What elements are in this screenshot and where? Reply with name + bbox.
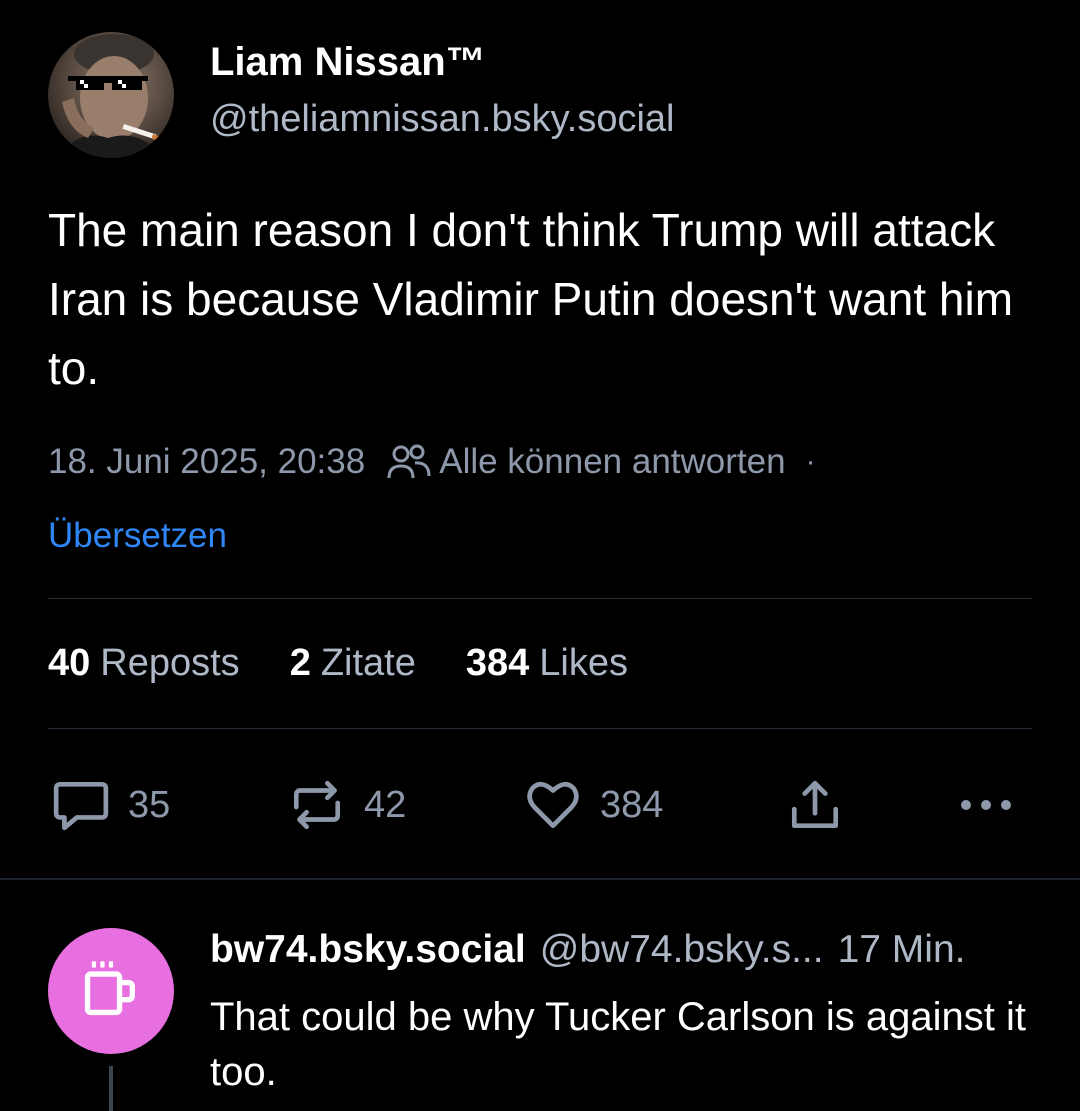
comment-icon: [52, 776, 110, 834]
likes-count: 384: [465, 642, 530, 684]
more-icon: [956, 795, 1016, 815]
like-count: 384: [600, 783, 664, 826]
translate-link[interactable]: Übersetzen: [48, 516, 227, 556]
author-display-name[interactable]: Liam Nissan™: [210, 40, 486, 85]
reposts-stat[interactable]: 40 Reposts: [48, 642, 240, 685]
main-post: Liam Nissan™ @theliamnissan.bsky.social …: [0, 0, 1080, 880]
quotes-count: 2: [289, 642, 311, 684]
post-text: The main reason I don't think Trump will…: [48, 204, 1014, 394]
like-button[interactable]: 384: [524, 770, 663, 840]
divider-top: [48, 598, 1032, 599]
reply-button[interactable]: 35: [52, 770, 170, 840]
reposts-count: 40: [48, 642, 91, 684]
quotes-stat[interactable]: 2 Zitate: [290, 642, 416, 685]
post-actions: 35 42 384: [48, 770, 1032, 840]
author-avatar[interactable]: [48, 32, 174, 158]
repost-button[interactable]: 42: [288, 770, 406, 840]
thread-line: [109, 1066, 113, 1111]
reply-header: bw74.bsky.social @bw74.bsky.s... 17 Min.: [210, 928, 1040, 972]
divider-bottom: [48, 728, 1032, 729]
likes-label: Likes: [539, 642, 628, 684]
likes-stat[interactable]: 384 Likes: [466, 642, 628, 685]
section-border: [0, 878, 1080, 880]
people-icon: [387, 442, 431, 482]
more-button[interactable]: [956, 770, 1016, 840]
coffee-cup-icon: [79, 957, 143, 1026]
post-timestamp: 18. Juni 2025, 20:38: [48, 442, 366, 481]
repost-icon: [288, 776, 346, 834]
reply-author-handle[interactable]: @bw74.bsky.s...: [540, 928, 824, 972]
meta-separator: ·: [805, 445, 816, 478]
post-stats: 40 Reposts 2 Zitate 384 Likes: [48, 642, 678, 685]
post-meta: 18. Juni 2025, 20:38 Alle können antwort…: [48, 440, 816, 484]
reposts-label: Reposts: [100, 642, 240, 684]
profile-photo: [58, 34, 164, 158]
heart-icon: [524, 776, 582, 834]
reply-timestamp: 17 Min.: [837, 928, 966, 971]
reply-text: That could be why Tucker Carlson is agai…: [210, 995, 1026, 1094]
quotes-label: Zitate: [320, 642, 416, 684]
reply-count: 35: [128, 783, 171, 826]
reply-setting[interactable]: Alle können antworten: [439, 442, 785, 482]
author-handle[interactable]: @theliamnissan.bsky.social: [210, 98, 675, 141]
reply-author-name[interactable]: bw74.bsky.social: [210, 928, 526, 972]
share-icon: [786, 776, 844, 834]
repost-count: 42: [364, 783, 407, 826]
share-button[interactable]: [786, 770, 844, 840]
reply-author-avatar[interactable]: [48, 928, 174, 1054]
